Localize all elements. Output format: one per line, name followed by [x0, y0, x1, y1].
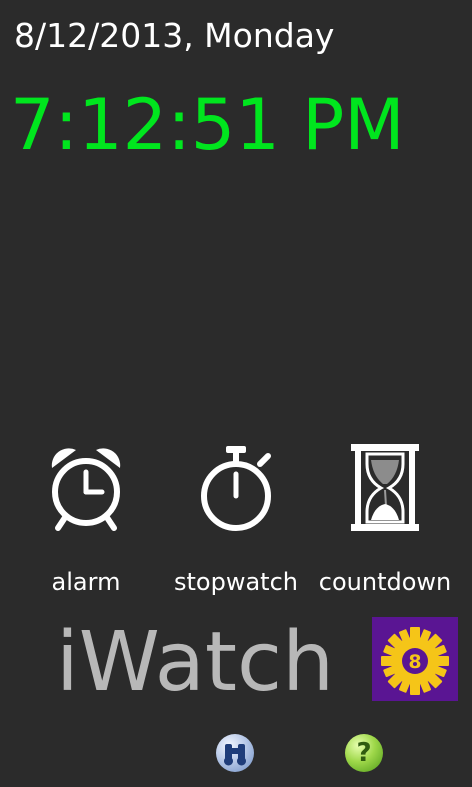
stopwatch-icon — [201, 446, 271, 531]
app-logo: iWatch — [56, 615, 335, 710]
time-display: 7:12:51 PM — [10, 84, 405, 166]
alarm-label: alarm — [51, 568, 121, 596]
badge-number: 8 — [408, 651, 421, 673]
gear-badge-icon: 8 — [381, 627, 449, 695]
help-button[interactable]: ? — [345, 734, 383, 772]
countdown-label: countdown — [318, 568, 452, 596]
date-display: 8/12/2013, Monday — [14, 16, 335, 55]
alarm-button[interactable]: alarm — [16, 440, 156, 610]
hourglass-icon — [351, 444, 419, 531]
about-button[interactable] — [216, 734, 254, 772]
stopwatch-button[interactable]: stopwatch — [166, 440, 306, 610]
help-icon: ? — [356, 738, 372, 768]
countdown-button[interactable]: countdown — [315, 440, 455, 610]
more-apps-badge[interactable]: 8 — [372, 617, 458, 701]
stopwatch-label: stopwatch — [174, 568, 298, 596]
binoculars-icon — [224, 744, 246, 766]
alarm-clock-icon — [51, 448, 121, 531]
